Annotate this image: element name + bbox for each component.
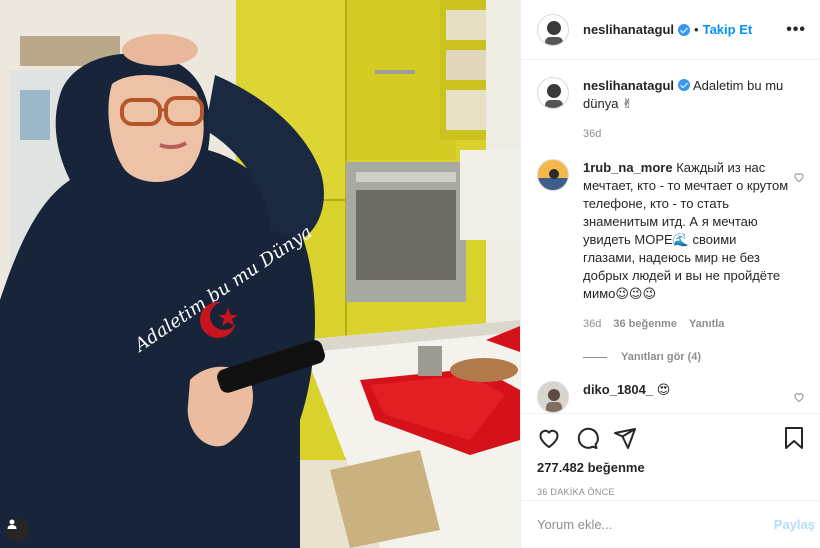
comment-text: Каждый из нас мечтает, кто - то мечтает … (583, 160, 789, 301)
view-replies-button[interactable]: Yanıtları gör (4) (583, 351, 805, 363)
divider (583, 356, 607, 358)
separator-dot: • (694, 22, 699, 37)
post-username[interactable]: neslihanatagul (583, 22, 674, 37)
post-actions: 277.482 beğenme 36 DAKİKA ÖNCE (521, 413, 820, 497)
comment-age[interactable]: 36d (583, 315, 601, 333)
bookmark-icon[interactable] (783, 426, 805, 450)
post-header: neslihanatagul • Takip Et ••• (521, 0, 820, 60)
caption-age[interactable]: 36d (583, 125, 601, 143)
caption-username[interactable]: neslihanatagul (583, 78, 674, 93)
comment-icon[interactable] (575, 426, 599, 450)
caption: neslihanatagul Adaletim bu mu dünya ✌ 36… (537, 77, 805, 143)
heart-icon[interactable] (537, 426, 561, 450)
reply-button[interactable]: Yanıtla (689, 315, 724, 333)
avatar[interactable] (537, 13, 569, 46)
avatar[interactable] (537, 77, 569, 109)
more-icon[interactable]: ••• (786, 21, 806, 37)
comment-text: 😍 (656, 382, 671, 397)
avatar[interactable] (537, 159, 569, 191)
photo-illustration: Adaletim bu mu Dünya (0, 0, 520, 548)
likes-count[interactable]: 277.482 beğenme (537, 460, 805, 475)
comment-input[interactable] (537, 517, 774, 532)
post-side-panel: neslihanatagul • Takip Et ••• neslihanat… (520, 0, 820, 548)
comment-username[interactable]: diko_1804_ (583, 382, 653, 397)
heart-icon[interactable] (793, 391, 805, 406)
verified-icon (678, 23, 691, 36)
post-photo[interactable]: Adaletim bu mu Dünya (0, 0, 520, 548)
comment-username[interactable]: 1rub_na_more (583, 160, 673, 175)
follow-button[interactable]: Takip Et (703, 22, 753, 37)
list-item: 1rub_na_more Каждый из нас мечтает, кто … (537, 159, 805, 333)
comments-list[interactable]: neslihanatagul Adaletim bu mu dünya ✌ 36… (521, 61, 820, 413)
share-icon[interactable] (613, 426, 637, 450)
list-item: diko_1804_ 😍 (537, 381, 805, 413)
view-replies-label: Yanıtları gör (4) (621, 351, 702, 363)
heart-icon[interactable] (793, 171, 805, 186)
avatar[interactable] (537, 381, 569, 413)
user-tag-icon[interactable] (6, 518, 30, 542)
comment-likes[interactable]: 36 beğenme (613, 315, 677, 333)
verified-icon (678, 79, 691, 91)
add-comment-bar: Paylaş (521, 500, 820, 548)
post-timestamp[interactable]: 36 DAKİKA ÖNCE (537, 487, 805, 497)
post-modal: Adaletim bu mu Dünya neslihanatagul • Ta… (0, 0, 820, 548)
post-comment-button[interactable]: Paylaş (774, 517, 815, 532)
